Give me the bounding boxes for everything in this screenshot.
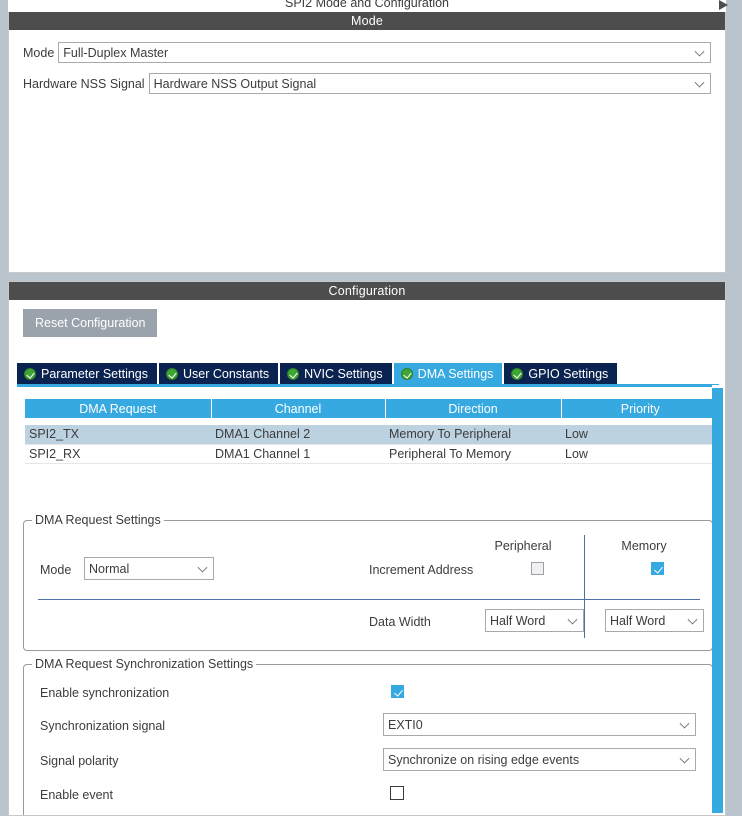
reset-configuration-button[interactable]: Reset Configuration [23,309,158,337]
configuration-section-header: Configuration [9,282,725,300]
table-header-row: DMA Request Channel Direction Priority [25,399,719,418]
column-divider [584,535,585,638]
tab-underline [17,384,719,387]
column-header-direction[interactable]: Direction [385,399,562,418]
signal-polarity-label: Signal polarity [40,754,119,768]
chevron-down-icon [694,77,705,88]
dma-sync-settings-title: DMA Request Synchronization Settings [32,657,257,671]
increment-address-peripheral-checkbox[interactable] [531,562,544,575]
tab-nvic-settings[interactable]: NVIC Settings [280,363,392,384]
cell-priority: Low [561,444,719,464]
table-row[interactable]: SPI2_TX DMA1 Channel 2 Memory To Periphe… [25,425,719,445]
dma-request-settings-title: DMA Request Settings [32,513,164,527]
mode-field-label: Mode [23,45,55,60]
green-check-icon [24,367,36,380]
increment-address-label: Increment Address [369,563,474,577]
chevron-down-icon [694,46,705,57]
peripheral-column-header: Peripheral [494,539,552,553]
column-header-priority[interactable]: Priority [561,399,719,418]
hardware-nss-select-value: Hardware NSS Output Signal [153,76,317,91]
increment-address-memory-checkbox[interactable] [651,562,664,575]
mode-panel: Mode Mode Full-Duplex Master Hardware NS… [8,12,726,273]
enable-synchronization-checkbox[interactable] [391,685,404,698]
hardware-nss-select[interactable]: Hardware NSS Output Signal [148,73,711,94]
page-title: SPI2 Mode and Configuration [285,0,449,10]
chevron-down-icon [687,614,698,625]
green-check-icon [166,367,178,380]
config-scrollbar-thumb[interactable] [712,388,723,813]
data-width-peripheral-value: Half Word [490,613,546,628]
green-check-icon [287,367,300,380]
cell-dma-request: SPI2_RX [25,444,211,464]
mode-select[interactable]: Full-Duplex Master [58,42,711,63]
green-check-icon [511,367,524,380]
tab-gpio-settings[interactable]: GPIO Settings [504,363,618,384]
tab-user-constants[interactable]: User Constants [159,363,279,384]
chevron-down-icon [679,718,690,729]
reset-configuration-wrap: Reset Configuration [9,300,725,337]
tab-label: DMA Settings [417,366,494,381]
cell-channel: DMA1 Channel 1 [211,444,385,464]
dma-mode-select[interactable]: Normal [84,557,214,580]
memory-column-header: Memory [621,539,667,553]
hardware-nss-field-row: Hardware NSS Signal Hardware NSS Output … [23,73,711,94]
mode-field-row: Mode Full-Duplex Master [23,42,711,63]
configuration-body: Reset Configuration Parameter Settings U… [9,300,725,815]
table-row[interactable]: SPI2_RX DMA1 Channel 1 Peripheral To Mem… [25,444,719,464]
synchronization-signal-label: Synchronization signal [40,719,166,733]
chevron-down-icon [567,614,578,625]
enable-synchronization-label: Enable synchronization [40,686,170,700]
peripheral-config-window: SPI2 Mode and Configuration Mode Mode Fu… [0,0,742,816]
peripheral-title-strip: SPI2 Mode and Configuration [8,0,726,12]
tab-dma-settings[interactable]: DMA Settings [393,363,503,384]
cell-direction: Memory To Peripheral [385,425,561,445]
mode-label: Mode [40,563,72,577]
column-header-dma-request[interactable]: DMA Request [25,399,212,418]
column-header-channel[interactable]: Channel [211,399,386,418]
hardware-nss-field-label: Hardware NSS Signal [23,76,145,91]
data-width-memory-value: Half Word [610,613,666,628]
synchronization-signal-value: EXTI0 [388,717,423,732]
tab-parameter-settings[interactable]: Parameter Settings [17,363,157,384]
mode-panel-body: Mode Full-Duplex Master Hardware NSS Sig… [9,30,725,94]
enable-event-label: Enable event [40,788,113,802]
configuration-tabs: Parameter Settings User Constants NVIC S… [17,363,618,384]
window-right-margin [734,0,742,816]
mode-section-header: Mode [9,12,725,30]
synchronization-signal-select[interactable]: EXTI0 [383,713,696,736]
data-width-peripheral-select[interactable]: Half Word [485,609,584,632]
collapse-arrow-icon[interactable] [719,0,728,10]
dma-mode-select-value: Normal [89,561,130,576]
configuration-panel: Configuration Reset Configuration Parame… [8,281,726,816]
enable-event-checkbox[interactable] [390,786,404,800]
dma-sync-settings-group: DMA Request Synchronization Settings Ena… [23,657,713,815]
tab-label: NVIC Settings [304,366,383,381]
data-width-label: Data Width [369,615,431,629]
tab-label: GPIO Settings [528,366,609,381]
chevron-down-icon [679,753,690,764]
tab-label: Parameter Settings [41,366,148,381]
cell-direction: Peripheral To Memory [385,444,561,464]
data-width-memory-select[interactable]: Half Word [605,609,704,632]
row-divider [38,599,700,600]
mode-select-value: Full-Duplex Master [63,45,169,60]
cell-channel: DMA1 Channel 2 [211,425,385,445]
chevron-down-icon [197,562,208,573]
signal-polarity-value: Synchronize on rising edge events [388,752,580,767]
green-check-icon [400,367,413,380]
cell-priority: Low [561,425,719,445]
table-spacer-row [25,418,719,425]
signal-polarity-select[interactable]: Synchronize on rising edge events [383,748,696,771]
dma-request-settings-group: DMA Request Settings Peripheral Memory M… [23,513,713,651]
dma-request-table: DMA Request Channel Direction Priority S… [25,399,719,464]
tab-label: User Constants [183,366,270,381]
cell-dma-request: SPI2_TX [25,425,211,445]
